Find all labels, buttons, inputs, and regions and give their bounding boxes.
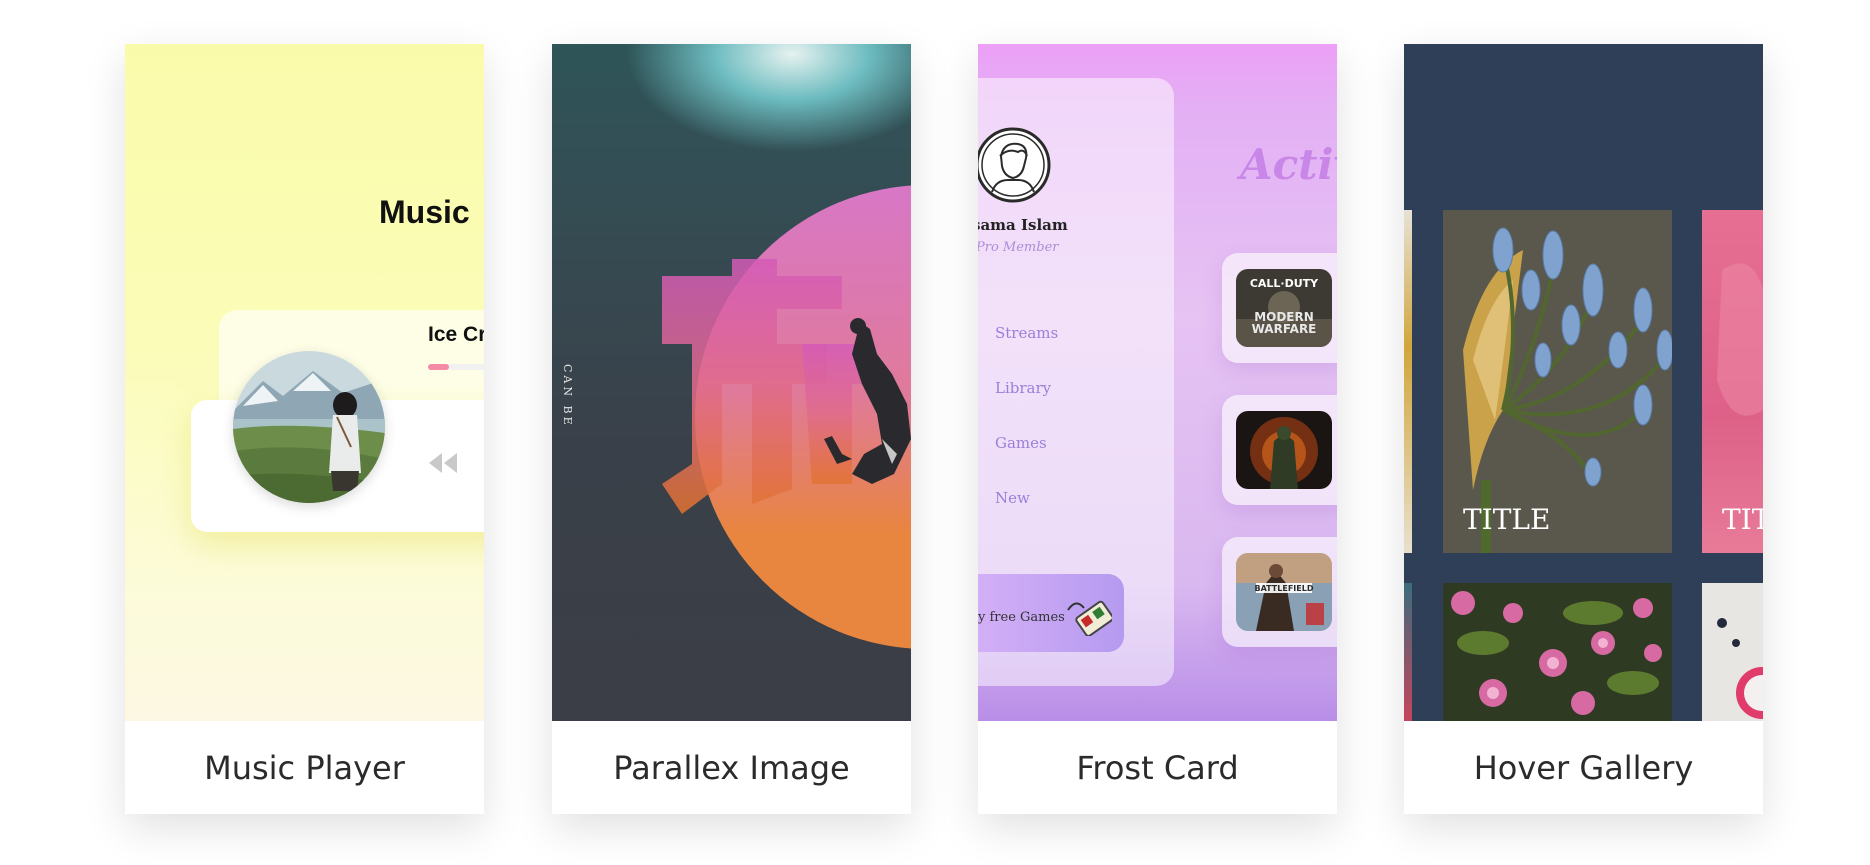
gamepad-icon bbox=[1066, 594, 1114, 640]
game-cover-mortal-kombat[interactable] bbox=[1236, 411, 1332, 489]
music-player-preview[interactable]: Music Ice Cr bbox=[125, 44, 484, 721]
gallery-tile-flower[interactable]: TITLE bbox=[1443, 210, 1672, 553]
hover-gallery-card[interactable]: TITLE TIT Hover Gallery bbox=[1404, 44, 1763, 814]
card-caption[interactable]: Frost Card bbox=[978, 721, 1337, 814]
game-cover-battlefield[interactable]: BATTLEFIELD bbox=[1236, 553, 1332, 631]
music-title: Music bbox=[379, 194, 470, 230]
active-heading: Activ bbox=[1240, 140, 1337, 189]
parallax-artwork bbox=[662, 185, 911, 649]
user-avatar bbox=[978, 126, 1052, 208]
vertical-caption: CAN BE bbox=[561, 364, 574, 428]
parallax-image-card[interactable]: CAN BE Parallex Image bbox=[552, 44, 911, 814]
hover-gallery-preview[interactable]: TITLE TIT bbox=[1404, 44, 1763, 721]
album-art bbox=[233, 351, 385, 503]
frost-card[interactable]: Activ sama Islam Pro Member Streams Libr… bbox=[978, 44, 1337, 814]
song-title: Ice Cr bbox=[428, 323, 484, 346]
game-cover-call-of-duty[interactable]: CALL·DUTY MODERN WARFARE bbox=[1236, 269, 1332, 347]
user-name: sama Islam bbox=[978, 216, 1068, 234]
music-player-card[interactable]: Music Ice Cr Music Player bbox=[125, 44, 484, 814]
nav-games[interactable]: Games bbox=[995, 434, 1047, 452]
progress-bar[interactable] bbox=[428, 364, 484, 370]
gallery-tile-pink[interactable]: TIT bbox=[1702, 210, 1763, 553]
battlefield-logo-text: BATTLEFIELD bbox=[1255, 584, 1314, 593]
cod-logo-text: CALL·DUTY bbox=[1250, 277, 1319, 290]
gallery-tile-fruit[interactable] bbox=[1702, 583, 1763, 721]
rewind-icon[interactable] bbox=[427, 451, 459, 479]
frost-preview[interactable]: Activ sama Islam Pro Member Streams Libr… bbox=[978, 44, 1337, 721]
free-games-label: y free Games bbox=[978, 610, 1065, 625]
nav-new[interactable]: New bbox=[995, 489, 1030, 507]
card-caption[interactable]: Parallex Image bbox=[552, 721, 911, 814]
membership-label: Pro Member bbox=[978, 240, 1059, 255]
progress-fill bbox=[428, 364, 449, 370]
card-caption[interactable]: Hover Gallery bbox=[1404, 721, 1763, 814]
gallery-tile[interactable] bbox=[1404, 583, 1412, 721]
gallery-tile[interactable] bbox=[1404, 210, 1412, 553]
card-caption[interactable]: Music Player bbox=[125, 721, 484, 814]
cod-logo-text: WARFARE bbox=[1252, 322, 1317, 336]
gallery-tile-title: TITLE bbox=[1463, 503, 1551, 536]
nav-library[interactable]: Library bbox=[995, 379, 1051, 397]
gallery-tile-title: TIT bbox=[1722, 503, 1763, 536]
parallax-preview[interactable]: CAN BE bbox=[552, 44, 911, 721]
gallery-tile-blossom[interactable] bbox=[1443, 583, 1672, 721]
nav-streams[interactable]: Streams bbox=[995, 324, 1058, 342]
